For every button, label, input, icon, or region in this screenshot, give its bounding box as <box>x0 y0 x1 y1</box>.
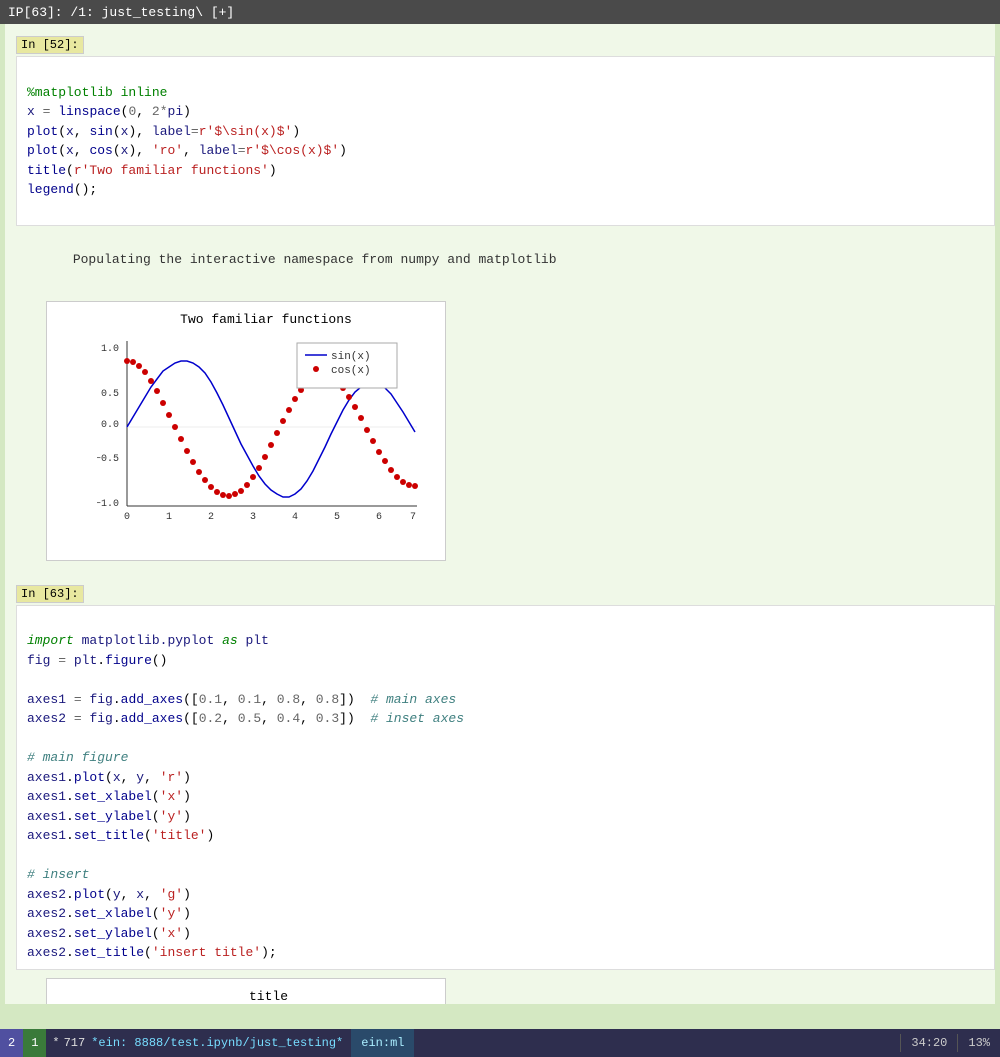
notebook: In [52]: %matplotlib inline x = linspace… <box>5 24 995 1004</box>
notebook-name: *ein: 8888/test.ipynb/just_testing* <box>91 1036 343 1050</box>
status-right: 34:20 13% <box>900 1034 1000 1052</box>
cell1-output-text: Populating the interactive namespace fro… <box>73 252 557 267</box>
cell-count: 717 <box>64 1036 86 1050</box>
code-line: x = linspace(0, 2*pi) <box>27 104 191 119</box>
status-bar: 2 1 * 717 *ein: 8888/test.ipynb/just_tes… <box>0 1029 1000 1057</box>
svg-text:7: 7 <box>410 512 416 523</box>
svg-text:cos(x): cos(x) <box>331 365 371 377</box>
status-indicator: * <box>52 1036 59 1050</box>
svg-text:2: 2 <box>208 512 214 523</box>
cell1-code[interactable]: %matplotlib inline x = linspace(0, 2*pi)… <box>16 56 995 226</box>
svg-text:0.5: 0.5 <box>101 389 119 400</box>
chart2: title 0 5 10 15 20 25 0 1 2 3 4 5 <box>46 978 446 1005</box>
chart1-svg: 1.0 0.5 0.0 −0.5 −1.0 0 1 2 3 4 5 6 7 <box>97 331 437 541</box>
code-line: plot(x, sin(x), label=r'$\sin(x)$') <box>27 124 300 139</box>
cell1-output: Populating the interactive namespace fro… <box>16 226 995 293</box>
cell-2: In [63]: import matplotlib.pyplot as plt… <box>5 581 995 1005</box>
cell-1: In [52]: %matplotlib inline x = linspace… <box>5 32 995 573</box>
mode-num2-text: 1 <box>31 1036 38 1050</box>
svg-text:6: 6 <box>376 512 382 523</box>
title-bar: IP[63]: /1: just_testing\ [+] <box>0 0 1000 24</box>
svg-text:1: 1 <box>166 512 172 523</box>
mode-num1: 2 <box>0 1029 23 1057</box>
code-line: legend(); <box>27 182 97 197</box>
scroll-percent: 13% <box>957 1034 1000 1052</box>
svg-text:−0.5: −0.5 <box>97 454 119 465</box>
chart1: Two familiar functions 1.0 0.5 0.0 −0.5 … <box>46 301 446 561</box>
magic-inline: %matplotlib inline <box>27 85 167 100</box>
kernel-indicator: ein:ml <box>351 1029 414 1057</box>
cell2-code[interactable]: import matplotlib.pyplot as plt fig = pl… <box>16 605 995 970</box>
kernel-text: ein:ml <box>361 1036 404 1050</box>
title-text: IP[63]: /1: just_testing\ [+] <box>8 5 234 20</box>
svg-text:5: 5 <box>334 512 340 523</box>
svg-text:1.0: 1.0 <box>101 344 119 355</box>
mode-num2: 1 <box>23 1029 46 1057</box>
code-line: plot(x, cos(x), 'ro', label=r'$\cos(x)$'… <box>27 143 347 158</box>
cursor-position: 34:20 <box>900 1034 957 1052</box>
svg-text:0: 0 <box>124 512 130 523</box>
svg-text:sin(x): sin(x) <box>331 351 371 363</box>
svg-text:−1.0: −1.0 <box>97 499 119 510</box>
code-line: title(r'Two familiar functions') <box>27 163 277 178</box>
svg-text:3: 3 <box>250 512 256 523</box>
svg-text:0.0: 0.0 <box>101 420 119 431</box>
svg-text:4: 4 <box>292 512 298 523</box>
chart2-title: title <box>102 989 435 1004</box>
chart1-title: Two familiar functions <box>97 312 435 327</box>
cell2-label[interactable]: In [63]: <box>16 585 84 603</box>
cell1-label[interactable]: In [52]: <box>16 36 84 54</box>
mode-num1-text: 2 <box>8 1036 15 1050</box>
